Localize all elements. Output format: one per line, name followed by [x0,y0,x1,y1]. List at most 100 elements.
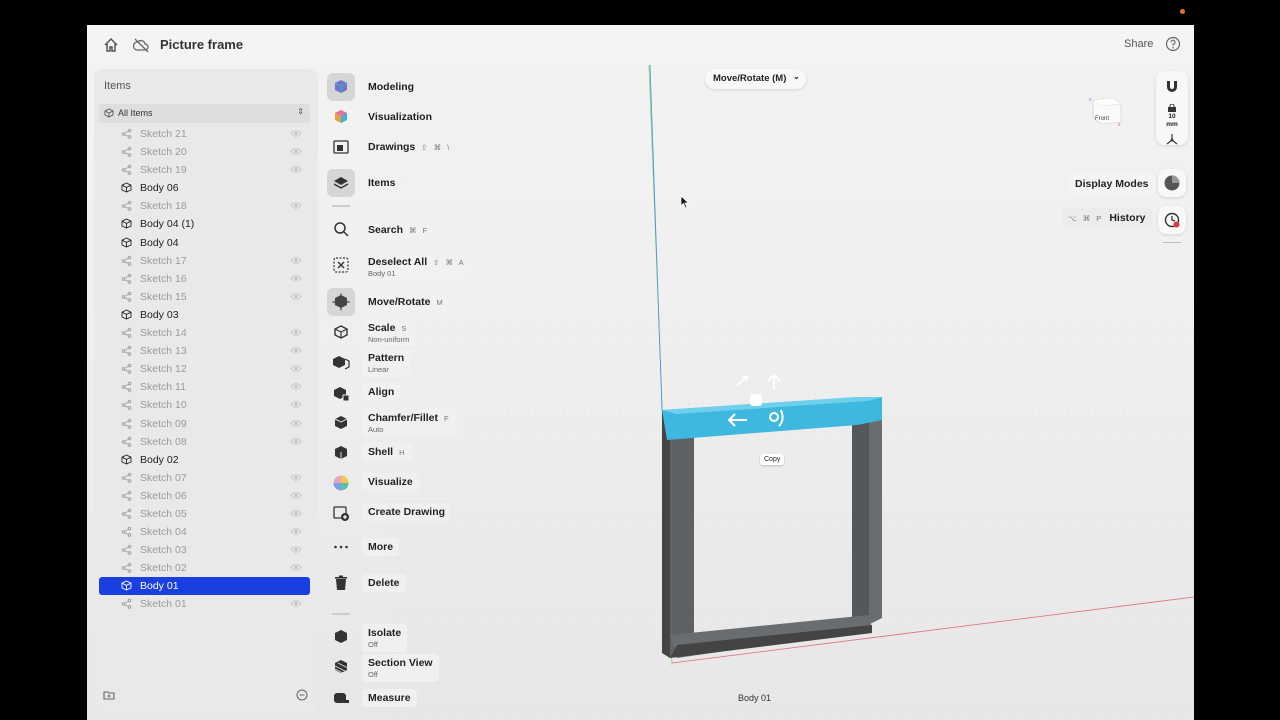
create-drawing-tool[interactable] [327,499,355,527]
isolate-label[interactable]: Isolate Off [362,624,408,652]
document-title[interactable]: Picture frame [160,37,243,52]
view-cube[interactable]: Front z x [1087,92,1123,126]
align-label[interactable]: Align [362,383,401,401]
item-row-sketch[interactable]: Sketch 16 [99,270,310,288]
item-row-sketch[interactable]: Sketch 18 [99,197,310,215]
visibility-eye-icon[interactable] [290,491,302,500]
scale-label[interactable]: Scale S Non-uniform [362,319,416,347]
new-folder-icon[interactable] [102,688,116,702]
visibility-eye-icon[interactable] [290,328,302,337]
item-row-sketch[interactable]: Sketch 03 [99,541,310,559]
visibility-eye-icon[interactable] [290,545,302,554]
move-rotate-label[interactable]: Move/Rotate M [362,293,451,311]
lock-icon[interactable] [1167,104,1177,112]
shell-label[interactable]: Shell H [362,443,413,461]
cloud-off-icon[interactable] [132,36,150,54]
item-row-sketch[interactable]: Sketch 21 [99,125,310,143]
visualize-label[interactable]: Visualize [362,473,419,491]
axes-orientation-icon[interactable] [1165,133,1179,146]
items-tool[interactable] [327,169,355,197]
visibility-eye-icon[interactable] [290,147,302,156]
item-row-sketch[interactable]: Sketch 11 [99,378,310,396]
search-label[interactable]: Search ⌘ F [362,221,436,239]
create-drawing-label[interactable]: Create Drawing [362,503,452,521]
copy-button[interactable]: Copy [760,454,785,465]
visibility-eye-icon[interactable] [290,165,302,174]
item-row-sketch[interactable]: Sketch 17 [99,252,310,270]
item-row-body[interactable]: Body 01 [99,577,310,596]
visibility-eye-icon[interactable] [290,256,302,265]
collapse-all-icon[interactable] [296,688,308,701]
history-label[interactable]: ⌥ ⌘ P History [1062,208,1152,228]
visibility-eye-icon[interactable] [290,473,302,482]
item-row-body[interactable]: Body 03 [99,306,310,324]
item-row-sketch[interactable]: Sketch 05 [99,505,310,523]
delete-label[interactable]: Delete [362,574,406,592]
visibility-eye-icon[interactable] [290,400,302,409]
item-row-sketch[interactable]: Sketch 06 [99,487,310,505]
more-tool[interactable] [327,533,355,561]
delete-tool[interactable] [327,569,355,597]
deselect-all-label[interactable]: Deselect All ⇧ ⌘ A Body 01 [362,253,472,281]
items-label[interactable]: Items [362,174,402,192]
section-view-label[interactable]: Section View Off [362,654,439,682]
visibility-eye-icon[interactable] [290,382,302,391]
visualization-label[interactable]: Visualization [362,108,438,126]
item-row-sketch[interactable]: Sketch 07 [99,469,310,487]
item-row-body[interactable]: Body 04 [99,234,310,252]
chamfer-fillet-tool[interactable] [327,409,355,437]
visibility-eye-icon[interactable] [290,346,302,355]
visibility-eye-icon[interactable] [290,129,302,138]
visibility-eye-icon[interactable] [290,509,302,518]
drawings-label[interactable]: Drawings ⇧ ⌘ \ [362,138,458,156]
visibility-eye-icon[interactable] [290,292,302,301]
isolate-tool[interactable] [327,623,355,651]
item-row-sketch[interactable]: Sketch 19 [99,161,310,179]
magnet-snap-icon[interactable] [1164,79,1180,95]
history-button[interactable] [1158,206,1186,234]
search-tool[interactable] [327,215,355,243]
chamfer-fillet-label[interactable]: Chamfer/Fillet F Auto [362,409,457,437]
display-modes-label[interactable]: Display Modes [1069,174,1155,194]
measure-label[interactable]: Measure [362,689,417,707]
pattern-tool[interactable] [327,348,355,376]
align-tool[interactable] [327,379,355,407]
transform-mode-select[interactable]: Move/Rotate (M) ⌄ [705,69,806,89]
visibility-eye-icon[interactable] [290,599,302,608]
item-row-sketch[interactable]: Sketch 09 [99,415,310,433]
item-row-sketch[interactable]: Sketch 20 [99,143,310,161]
item-row-sketch[interactable]: Sketch 01 [99,595,310,613]
visibility-eye-icon[interactable] [290,201,302,210]
item-row-sketch[interactable]: Sketch 02 [99,559,310,577]
visualization-tool[interactable] [327,103,355,131]
scale-tool[interactable] [327,318,355,346]
display-modes-button[interactable] [1158,169,1186,197]
item-row-sketch[interactable]: Sketch 08 [99,433,310,451]
visibility-eye-icon[interactable] [290,364,302,373]
modeling-tool[interactable] [327,73,355,101]
item-row-sketch[interactable]: Sketch 15 [99,288,310,306]
item-row-sketch[interactable]: Sketch 12 [99,360,310,378]
visibility-eye-icon[interactable] [290,274,302,283]
share-button[interactable]: Share [1124,38,1153,50]
item-row-sketch[interactable]: Sketch 14 [99,324,310,342]
item-filter-select[interactable]: All Items ⇕ [99,104,310,123]
visibility-eye-icon[interactable] [290,437,302,446]
item-row-sketch[interactable]: Sketch 04 [99,523,310,541]
measure-tool[interactable] [327,683,355,711]
more-label[interactable]: More [362,538,400,556]
grid-size-readout[interactable]: 10 mm [1156,113,1188,129]
visualize-tool[interactable] [327,469,355,497]
item-row-sketch[interactable]: Sketch 13 [99,342,310,360]
home-icon[interactable] [102,36,120,54]
item-row-sketch[interactable]: Sketch 10 [99,396,310,414]
move-rotate-tool[interactable] [327,288,355,316]
deselect-all-tool[interactable] [327,251,355,279]
item-row-body[interactable]: Body 06 [99,179,310,197]
visibility-eye-icon[interactable] [290,563,302,572]
item-row-body[interactable]: Body 04 (1) [99,215,310,233]
modeling-label[interactable]: Modeling [362,78,421,96]
pattern-label[interactable]: Pattern Linear [362,349,411,377]
section-view-tool[interactable] [327,653,355,681]
help-icon[interactable] [1164,35,1182,53]
